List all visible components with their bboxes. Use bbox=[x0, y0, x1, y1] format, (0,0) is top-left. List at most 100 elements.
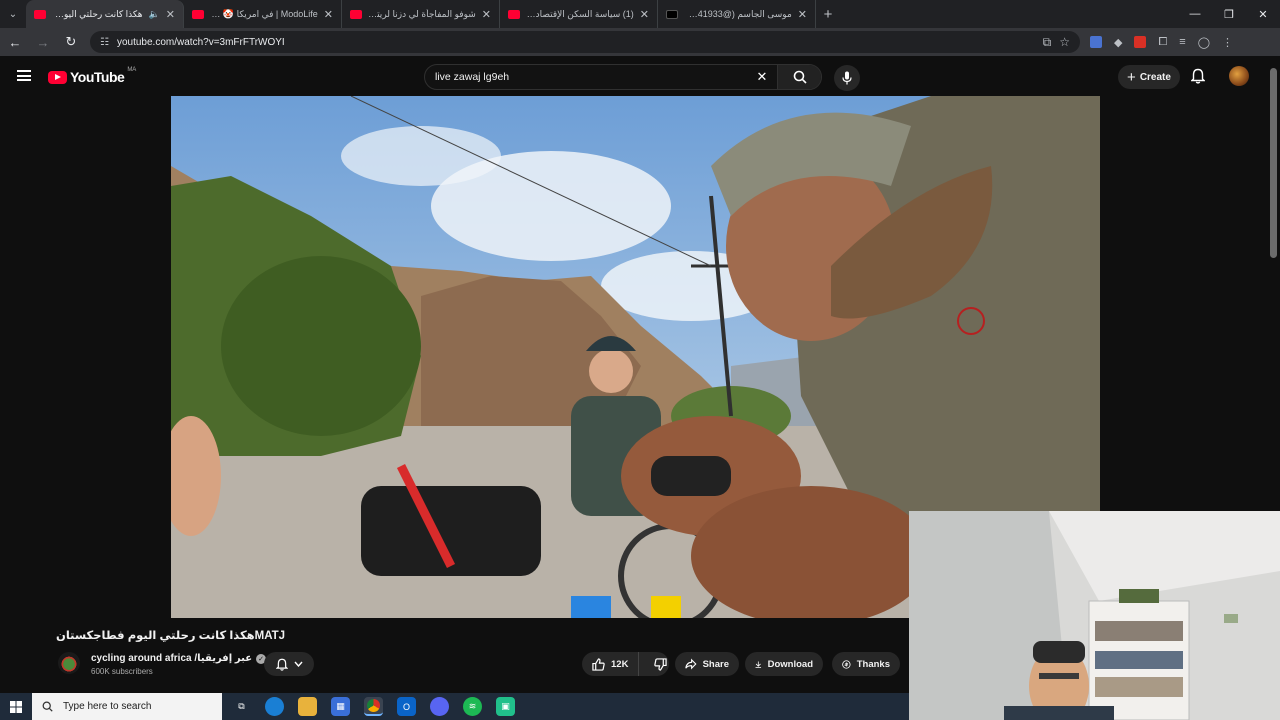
taskbar-search-placeholder: Type here to search bbox=[63, 701, 152, 712]
thanks-label: Thanks bbox=[856, 658, 890, 670]
close-tab-icon[interactable]: ✕ bbox=[640, 8, 649, 21]
chrome-menu-icon[interactable]: ⋮ bbox=[1222, 36, 1233, 49]
like-button[interactable]: 12K bbox=[582, 652, 640, 676]
search-input[interactable] bbox=[425, 65, 747, 89]
notifications-bell-icon[interactable] bbox=[1190, 68, 1206, 89]
download-label: Download bbox=[767, 658, 813, 670]
youtube-header: YouTube MA ✕ + Create bbox=[0, 56, 1280, 96]
tab-2[interactable]: شوفو المفاجأة لي دزنا لريتا بمناسبة ✕ bbox=[342, 0, 500, 28]
youtube-icon bbox=[192, 9, 204, 19]
spotify-icon[interactable]: ≋ bbox=[463, 697, 482, 716]
webcam-overlay bbox=[909, 511, 1280, 720]
close-window-icon[interactable]: ✕ bbox=[1246, 0, 1280, 28]
user-avatar[interactable] bbox=[1229, 66, 1249, 86]
discord-icon[interactable] bbox=[430, 697, 449, 716]
tab-4[interactable]: موسى الجاسم (@652114541933 ✕ bbox=[658, 0, 816, 28]
new-tab-button[interactable]: + bbox=[816, 6, 840, 23]
tab-title: شوفو المفاجأة لي دزنا لريتا بمناسبة bbox=[368, 8, 476, 19]
search-bar: ✕ bbox=[424, 64, 822, 90]
tab-1[interactable]: ModoLife | في امريكا 🤡 DEF ✕ bbox=[184, 0, 342, 28]
channel-name-row[interactable]: cycling around africa /عبر إفريقيا ✓ bbox=[91, 653, 267, 664]
speaker-icon[interactable]: 🔈 bbox=[149, 9, 160, 20]
window-controls: — ❐ ✕ bbox=[1178, 0, 1280, 28]
super-thanks-icon bbox=[842, 659, 851, 669]
microsoft-store-icon[interactable]: ▦ bbox=[331, 697, 350, 716]
tab-title: موسى الجاسم (@652114541933 bbox=[684, 8, 792, 19]
share-arrow-icon bbox=[685, 658, 697, 670]
subscribed-notifications-button[interactable] bbox=[264, 652, 314, 676]
like-dislike-group: 12K bbox=[582, 652, 669, 676]
channel-name[interactable]: cycling around africa /عبر إفريقيا bbox=[91, 653, 252, 664]
download-button[interactable]: Download bbox=[745, 652, 823, 676]
file-explorer-icon[interactable] bbox=[298, 697, 317, 716]
address-bar[interactable]: ☷ youtube.com/watch?v=3mFrFTrWOYI ⧉ ☆ bbox=[90, 31, 1080, 53]
close-tab-icon[interactable]: ✕ bbox=[482, 8, 491, 21]
dislike-button[interactable] bbox=[645, 657, 676, 671]
thumbs-up-icon bbox=[592, 657, 605, 671]
outlook-icon[interactable]: O bbox=[397, 697, 416, 716]
extensions-puzzle-icon[interactable]: ⧠ bbox=[1158, 36, 1167, 49]
tab-3[interactable]: (1) سياسة السكن الإقتصادي : كيف ✕ bbox=[500, 0, 658, 28]
profile-icon[interactable]: ◯ bbox=[1198, 36, 1210, 49]
download-icon bbox=[755, 660, 762, 668]
share-button[interactable]: Share bbox=[675, 652, 739, 676]
hamburger-menu-icon[interactable] bbox=[17, 70, 31, 81]
url-text[interactable]: youtube.com/watch?v=3mFrFTrWOYI bbox=[117, 37, 1035, 48]
youtube-icon bbox=[34, 9, 46, 19]
chevron-down-icon bbox=[293, 661, 303, 667]
youtube-play-icon bbox=[48, 70, 67, 84]
taskbar-search-box[interactable]: Type here to search bbox=[32, 693, 222, 720]
close-tab-icon[interactable]: ✕ bbox=[324, 8, 333, 21]
green-app-icon[interactable]: ▣ bbox=[496, 697, 515, 716]
youtube-icon bbox=[350, 9, 362, 19]
microphone-icon bbox=[842, 71, 852, 85]
extension-diamond-icon[interactable]: ◆ bbox=[1114, 36, 1122, 49]
thumbs-down-icon bbox=[654, 657, 668, 671]
tab-0[interactable]: هكذا كانت رحلتي اليوم فطاجكستان 🔈 ✕ bbox=[26, 0, 184, 28]
voice-search-button[interactable] bbox=[834, 65, 860, 91]
close-tab-icon[interactable]: ✕ bbox=[166, 8, 175, 21]
bookmark-star-icon[interactable]: ☆ bbox=[1059, 35, 1070, 49]
create-label: Create bbox=[1139, 71, 1171, 83]
page-scrollbar[interactable] bbox=[1270, 68, 1277, 258]
forward-arrow-icon[interactable]: → bbox=[34, 35, 52, 50]
edge-browser-icon[interactable] bbox=[265, 697, 284, 716]
tab-title: ModoLife | في امريكا 🤡 DEF bbox=[210, 8, 318, 19]
windows-start-button[interactable] bbox=[0, 693, 32, 720]
translate-extension-icon[interactable] bbox=[1090, 36, 1102, 48]
subscriber-count: 600K subscribers bbox=[91, 667, 153, 676]
bell-icon bbox=[275, 658, 288, 671]
thanks-button[interactable]: Thanks bbox=[832, 652, 900, 676]
channel-avatar[interactable] bbox=[58, 652, 80, 674]
video-title: هكذا كانت رحلتي اليوم فطاجكستانMATJ bbox=[56, 630, 286, 642]
search-icon bbox=[42, 701, 53, 712]
close-tab-icon[interactable]: ✕ bbox=[798, 8, 807, 21]
plus-icon: + bbox=[1127, 68, 1136, 86]
chrome-browser-icon[interactable] bbox=[364, 697, 383, 716]
extension-red-icon[interactable] bbox=[1134, 36, 1147, 48]
share-label: Share bbox=[702, 658, 729, 670]
windows-taskbar: Type here to search ⧉ ▦ O ≋ ▣ bbox=[0, 693, 909, 720]
task-view-icon[interactable]: ⧉ bbox=[232, 697, 251, 716]
restore-icon[interactable]: ❐ bbox=[1212, 0, 1246, 28]
youtube-logo[interactable]: YouTube MA bbox=[48, 67, 137, 85]
browser-tabstrip: ⌄ هكذا كانت رحلتي اليوم فطاجكستان 🔈 ✕ Mo… bbox=[0, 0, 1280, 28]
reload-icon[interactable]: ↻ bbox=[62, 34, 80, 50]
cast-icon[interactable]: ⧉ bbox=[1043, 35, 1052, 50]
minimize-icon[interactable]: — bbox=[1178, 0, 1212, 28]
tab-title: (1) سياسة السكن الإقتصادي : كيف bbox=[526, 8, 634, 19]
clear-search-icon[interactable]: ✕ bbox=[747, 69, 777, 85]
browser-toolbar: ← → ↻ ☷ youtube.com/watch?v=3mFrFTrWOYI … bbox=[0, 28, 1280, 56]
search-button[interactable] bbox=[777, 65, 821, 89]
tab-search-button[interactable]: ⌄ bbox=[0, 0, 26, 28]
back-arrow-icon[interactable]: ← bbox=[6, 35, 24, 50]
country-code: MA bbox=[127, 67, 137, 73]
site-info-icon[interactable]: ☷ bbox=[100, 37, 109, 48]
create-button[interactable]: + Create bbox=[1118, 65, 1180, 89]
media-control-icon[interactable]: ≡ bbox=[1179, 36, 1185, 48]
like-count: 12K bbox=[611, 658, 629, 670]
tab-title: هكذا كانت رحلتي اليوم فطاجكستان bbox=[52, 8, 143, 19]
youtube-wordmark: YouTube bbox=[70, 69, 125, 85]
tiktok-icon bbox=[666, 9, 678, 19]
taskbar-apps: ⧉ ▦ O ≋ ▣ bbox=[222, 697, 515, 716]
